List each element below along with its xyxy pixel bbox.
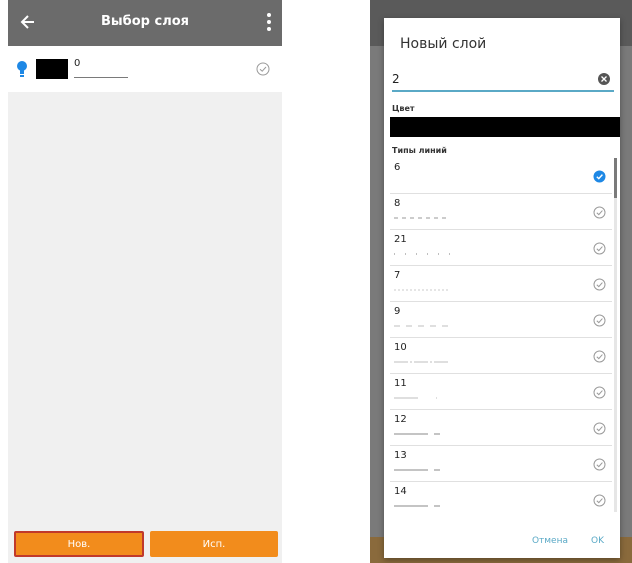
check-circle-icon[interactable] xyxy=(593,206,606,219)
layer-select-screen: Выбор слоя 0 Нов. Исп. xyxy=(8,0,282,563)
line-pattern xyxy=(394,469,450,471)
line-pattern xyxy=(394,397,450,399)
check-circle-icon[interactable] xyxy=(256,62,270,76)
use-layer-button[interactable]: Исп. xyxy=(150,531,278,557)
check-circle-icon[interactable] xyxy=(593,350,606,363)
list-item[interactable]: 7 xyxy=(390,266,612,302)
list-item[interactable]: 11 xyxy=(390,374,612,410)
scroll-thumb[interactable] xyxy=(614,158,617,198)
line-type-number: 21 xyxy=(394,234,407,245)
line-type-number: 9 xyxy=(394,306,401,317)
scrollbar[interactable] xyxy=(614,158,617,512)
line-type-number: 8 xyxy=(394,198,401,209)
line-pattern xyxy=(394,289,450,291)
line-pattern xyxy=(394,325,450,327)
line-types-label: Типы линий xyxy=(392,146,447,155)
color-picker[interactable] xyxy=(390,117,620,137)
list-item[interactable]: 9 xyxy=(390,302,612,338)
line-pattern xyxy=(394,253,450,255)
check-circle-icon[interactable] xyxy=(593,314,606,327)
check-circle-icon[interactable] xyxy=(593,242,606,255)
line-type-number: 11 xyxy=(394,378,407,389)
page-title: Выбор слоя xyxy=(100,14,189,29)
layer-color-swatch[interactable] xyxy=(36,59,68,79)
layer-name-input[interactable]: 2 xyxy=(392,70,614,92)
line-type-number: 7 xyxy=(394,270,401,281)
color-label: Цвет xyxy=(392,104,415,113)
dialog-title: Новый слой xyxy=(400,36,487,52)
line-type-number: 13 xyxy=(394,450,407,461)
line-type-number: 14 xyxy=(394,486,407,497)
line-pattern xyxy=(394,217,450,219)
list-item[interactable]: 21 xyxy=(390,230,612,266)
layer-name-field[interactable]: 0 xyxy=(74,58,128,78)
check-circle-icon[interactable] xyxy=(593,458,606,471)
list-item[interactable]: 13 xyxy=(390,446,612,482)
line-type-number: 10 xyxy=(394,342,407,353)
list-item[interactable]: 10 xyxy=(390,338,612,374)
new-layer-button[interactable]: Нов. xyxy=(14,531,144,557)
line-pattern xyxy=(394,433,450,435)
layer-name-value: 2 xyxy=(392,72,400,86)
check-circle-icon[interactable] xyxy=(593,494,606,507)
new-layer-dialog: Новый слой 2 Цвет Типы линий 6 8 21 7 9 … xyxy=(384,18,620,558)
new-layer-screen: Новый слой 2 Цвет Типы линий 6 8 21 7 9 … xyxy=(370,0,632,563)
lightbulb-icon[interactable] xyxy=(16,60,28,78)
list-item[interactable]: 14 xyxy=(390,482,612,512)
line-type-number: 12 xyxy=(394,414,407,425)
line-pattern xyxy=(394,361,450,363)
cancel-button[interactable]: Отмена xyxy=(532,536,568,546)
layer-row[interactable]: 0 xyxy=(8,46,282,92)
list-item[interactable]: 6 xyxy=(390,158,612,194)
list-item[interactable]: 12 xyxy=(390,410,612,446)
line-pattern xyxy=(394,505,450,507)
check-circle-icon[interactable] xyxy=(593,278,606,291)
check-circle-icon[interactable] xyxy=(593,170,606,183)
check-circle-icon[interactable] xyxy=(593,422,606,435)
list-item[interactable]: 8 xyxy=(390,194,612,230)
ok-button[interactable]: OK xyxy=(591,536,604,546)
more-vertical-icon[interactable] xyxy=(266,12,272,32)
line-type-number: 6 xyxy=(394,162,401,173)
check-circle-icon[interactable] xyxy=(593,386,606,399)
clear-icon[interactable] xyxy=(598,73,610,85)
line-types-list: 6 8 21 7 9 10 11 12 13 14 xyxy=(390,158,612,512)
app-bar: Выбор слоя xyxy=(8,0,282,46)
